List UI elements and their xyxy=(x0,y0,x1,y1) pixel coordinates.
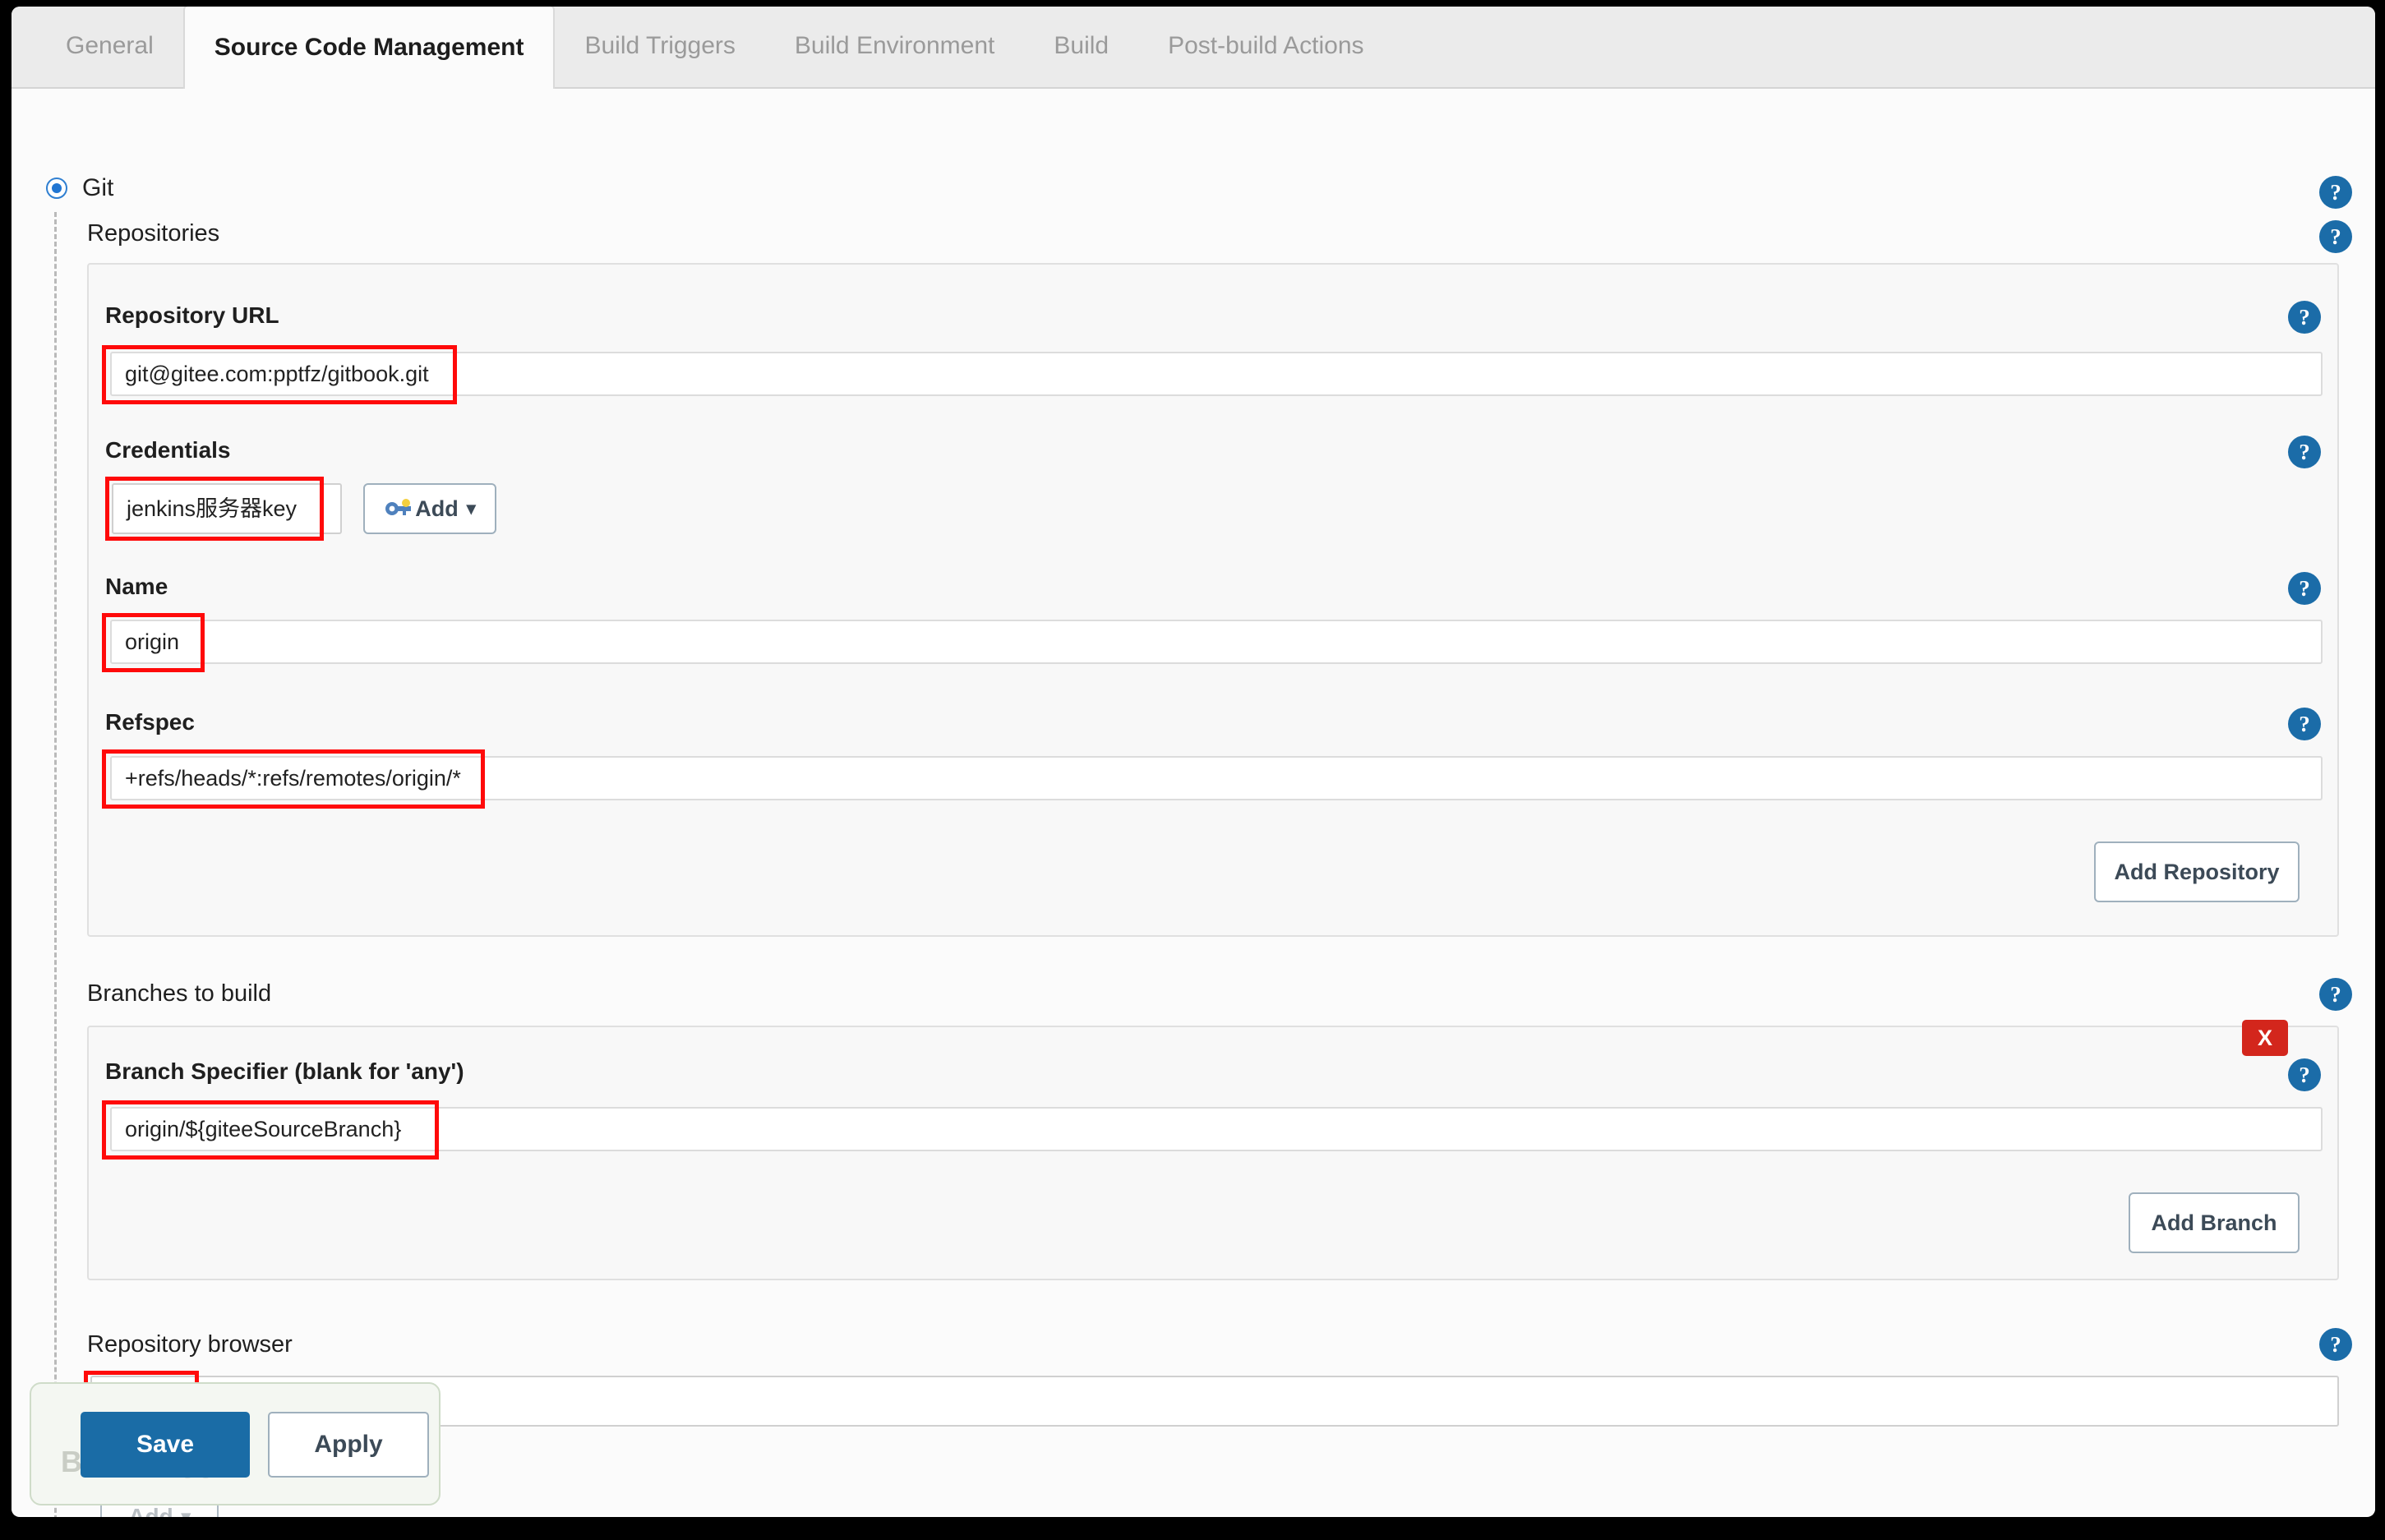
tab-post-build-actions[interactable]: Post-build Actions xyxy=(1138,7,1393,87)
label-refspec: Refspec xyxy=(105,709,195,735)
caret-down-icon: ▾ xyxy=(466,498,476,519)
add-repository-label: Add Repository xyxy=(2114,859,2280,884)
input-name[interactable]: origin xyxy=(110,620,2323,664)
key-icon xyxy=(385,499,412,515)
add-repository-button[interactable]: Add Repository xyxy=(2094,841,2300,902)
help-icon-repositories[interactable]: ? xyxy=(2319,220,2352,253)
apply-button[interactable]: Apply xyxy=(268,1412,429,1478)
input-repository-url[interactable]: git@gitee.com:pptfz/gitbook.git xyxy=(110,352,2323,396)
select-credentials-value: jenkins服务器key xyxy=(127,496,298,521)
tab-build[interactable]: Build xyxy=(1024,7,1138,87)
label-credentials: Credentials xyxy=(105,437,231,463)
tab-build-environment[interactable]: Build Environment xyxy=(765,7,1024,87)
input-branch-specifier[interactable]: origin/${giteeSourceBranch} xyxy=(110,1107,2323,1151)
help-icon-branches-to-build[interactable]: ? xyxy=(2319,978,2352,1011)
add-credentials-button[interactable]: Add ▾ xyxy=(363,483,496,534)
section-guide-line xyxy=(54,212,57,1517)
add-credentials-label: Add xyxy=(415,496,459,521)
delete-branch-button[interactable]: X xyxy=(2242,1020,2288,1056)
help-icon-name[interactable]: ? xyxy=(2288,572,2321,605)
help-icon-credentials[interactable]: ? xyxy=(2288,436,2321,468)
help-icon-repository-browser[interactable]: ? xyxy=(2319,1328,2352,1361)
add-branch-button[interactable]: Add Branch xyxy=(2129,1192,2300,1253)
label-name: Name xyxy=(105,574,168,599)
tab-general[interactable]: General xyxy=(36,7,183,87)
save-button[interactable]: Save xyxy=(81,1412,250,1478)
radio-git-label: Git xyxy=(82,174,114,201)
input-refspec[interactable]: +refs/heads/*:refs/remotes/origin/* xyxy=(110,756,2323,800)
label-branches-to-build: Branches to build xyxy=(87,980,272,1007)
tab-build-triggers[interactable]: Build Triggers xyxy=(555,7,764,87)
help-icon-branch-specifier[interactable]: ? xyxy=(2288,1058,2321,1091)
radio-git[interactable] xyxy=(46,178,67,199)
scm-git-radio-row[interactable]: Git xyxy=(46,174,113,202)
screen-root: General Source Code Management Build Tri… xyxy=(0,0,2385,1540)
tab-source-code-management[interactable]: Source Code Management xyxy=(182,7,556,89)
label-repository-url: Repository URL xyxy=(105,302,279,328)
label-repositories: Repositories xyxy=(87,220,220,247)
help-icon-repository-url[interactable]: ? xyxy=(2288,301,2321,334)
label-branch-specifier: Branch Specifier (blank for 'any') xyxy=(105,1058,464,1084)
caret-down-icon-behaviour: ▾ xyxy=(181,1506,191,1517)
help-icon-refspec[interactable]: ? xyxy=(2288,708,2321,740)
help-icon-git[interactable]: ? xyxy=(2319,176,2352,209)
label-repository-browser: Repository browser xyxy=(87,1331,293,1358)
add-branch-label: Add Branch xyxy=(2151,1210,2277,1235)
form-action-bar: Build Trigger Save Apply xyxy=(30,1382,441,1505)
select-credentials[interactable]: jenkins服务器key xyxy=(112,483,342,534)
jenkins-config-page: General Source Code Management Build Tri… xyxy=(12,7,2375,1517)
scm-config-body: Git ? Repositories ? Repository URL ? gi… xyxy=(12,89,2375,1517)
config-tab-bar: General Source Code Management Build Tri… xyxy=(12,7,2375,89)
add-behaviour-label: Add xyxy=(128,1504,173,1517)
